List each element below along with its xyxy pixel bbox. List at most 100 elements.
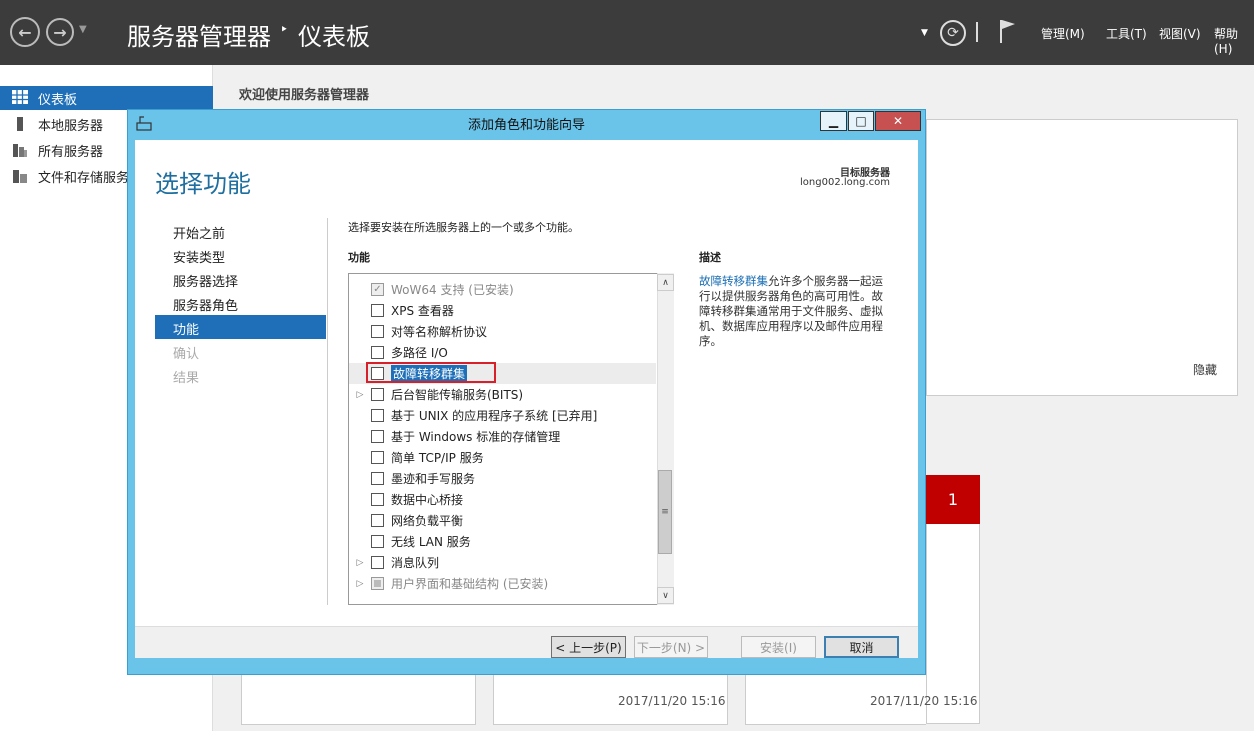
feature-label: 基于 UNIX 的应用程序子系统 [已弃用] — [391, 409, 598, 423]
menu-tools[interactable]: 工具(T) — [1106, 25, 1147, 42]
feature-checkbox[interactable] — [371, 535, 384, 548]
breadcrumb-root[interactable]: 服务器管理器 — [127, 17, 271, 52]
features-list: ✓ WoW64 支持 (已安装) XPS 查看器 对等名称解析协议 多路径 I/O 故障转… — [348, 273, 674, 605]
tile-count-badge: 1 — [926, 475, 980, 524]
back-button[interactable]: ← — [10, 17, 40, 47]
feature-label: 后台智能传输服务(BITS) — [391, 388, 524, 402]
sidebar-item-label: 仪表板 — [38, 92, 78, 108]
annotation-highlight-box — [366, 362, 496, 383]
server-icon — [12, 116, 28, 132]
feature-checkbox — [371, 577, 384, 590]
feature-item[interactable]: 基于 Windows 标准的存储管理 — [349, 426, 656, 447]
feature-item[interactable]: 网络负载平衡 — [349, 510, 656, 531]
step-before-begin[interactable]: 开始之前 — [173, 223, 225, 242]
feature-label: 基于 Windows 标准的存储管理 — [391, 430, 561, 444]
feature-checkbox[interactable] — [371, 451, 384, 464]
feature-label: 简单 TCP/IP 服务 — [391, 451, 484, 465]
feature-checkbox[interactable] — [371, 304, 384, 317]
feature-label: 多路径 I/O — [391, 346, 448, 360]
sidebar-item-label: 本地服务器 — [38, 118, 104, 134]
description-header: 描述 — [699, 251, 721, 264]
storage-icon — [12, 168, 28, 184]
step-features[interactable]: 功能 — [173, 319, 199, 338]
wizard-heading: 选择功能 — [155, 170, 251, 198]
features-header: 功能 — [348, 251, 370, 264]
forward-button[interactable]: → — [46, 18, 74, 46]
history-dropdown-icon[interactable]: ▼ — [79, 24, 87, 35]
install-button: 安装(I) — [741, 636, 816, 658]
step-results: 结果 — [173, 371, 200, 386]
feature-label: 消息队列 — [391, 556, 440, 570]
tile-timestamp: 2017/11/20 15:16 — [618, 694, 726, 708]
step-server-roles[interactable]: 服务器角色 — [173, 295, 238, 314]
feature-item[interactable]: 数据中心桥接 — [349, 489, 656, 510]
step-server-selection[interactable]: 服务器选择 — [173, 271, 238, 290]
feature-item[interactable]: 无线 LAN 服务 — [349, 531, 656, 552]
feature-checkbox[interactable] — [371, 556, 384, 569]
feature-label: WoW64 支持 (已安装) — [391, 283, 514, 297]
feature-item[interactable]: 对等名称解析协议 — [349, 321, 656, 342]
feature-checkbox[interactable] — [371, 388, 384, 401]
menu-manage[interactable]: 管理(M) — [1041, 25, 1085, 42]
dropdown-icon[interactable]: ▼ — [921, 28, 928, 38]
scrollbar-thumb[interactable]: ≡ — [658, 470, 672, 554]
menu-view[interactable]: 视图(V) — [1159, 25, 1201, 42]
notifications-flag-icon[interactable] — [998, 18, 1018, 47]
feature-item[interactable]: ▷ 后台智能传输服务(BITS) — [349, 384, 656, 405]
feature-checkbox[interactable] — [371, 472, 384, 485]
feature-item[interactable]: ▷ 用户界面和基础结构 (已安装) — [349, 573, 656, 594]
feature-checkbox[interactable] — [371, 493, 384, 506]
description-text: 故障转移群集允许多个服务器一起运行以提供服务器角色的高可用性。故障转移群集通常用… — [699, 274, 893, 349]
expand-arrow-icon[interactable]: ▷ — [349, 558, 371, 568]
breadcrumb-separator: ‣ — [280, 22, 289, 38]
feature-item[interactable]: 基于 UNIX 的应用程序子系统 [已弃用] — [349, 405, 656, 426]
feature-label: 对等名称解析协议 — [391, 325, 488, 339]
expand-arrow-icon[interactable]: ▷ — [349, 579, 371, 589]
feature-label: XPS 查看器 — [391, 304, 454, 318]
cancel-button[interactable]: 取消 — [824, 636, 899, 658]
feature-checkbox[interactable] — [371, 346, 384, 359]
feature-item[interactable]: 墨迹和手写服务 — [349, 468, 656, 489]
sidebar-item-label: 所有服务器 — [38, 144, 104, 160]
page-title: 仪表板 — [298, 23, 370, 51]
feature-checkbox[interactable] — [371, 409, 384, 422]
instruction-text: 选择要安装在所选服务器上的一个或多个功能。 — [348, 221, 579, 234]
server-tile[interactable] — [241, 670, 476, 725]
scroll-down-icon[interactable]: ∨ — [657, 587, 674, 604]
tile-timestamp: 2017/11/20 15:16 — [870, 694, 978, 708]
feature-item[interactable]: 简单 TCP/IP 服务 — [349, 447, 656, 468]
maximize-button[interactable]: □ — [848, 111, 874, 131]
servers-icon — [12, 142, 28, 158]
feature-checkbox[interactable] — [371, 514, 384, 527]
scrollbar[interactable] — [657, 273, 674, 605]
feature-item[interactable]: ✓ WoW64 支持 (已安装) — [349, 279, 656, 300]
divider — [327, 218, 328, 605]
scroll-up-icon[interactable]: ∧ — [657, 274, 674, 291]
feature-checkbox[interactable] — [371, 430, 384, 443]
feature-label: 墨迹和手写服务 — [391, 472, 476, 486]
dashboard-icon — [12, 90, 28, 106]
quick-start-panel — [926, 119, 1238, 396]
hide-link[interactable]: 隐藏 — [1193, 361, 1217, 378]
description-link[interactable]: 故障转移群集 — [699, 274, 768, 288]
toolbar-divider — [976, 22, 978, 42]
close-button[interactable]: ✕ — [875, 111, 921, 131]
refresh-icon[interactable]: ⟳ — [940, 20, 966, 46]
target-server-value: long002.long.com — [800, 177, 890, 188]
feature-item[interactable]: XPS 查看器 — [349, 300, 656, 321]
sidebar-item-label: 文件和存储服务 — [38, 170, 130, 186]
previous-button[interactable]: < 上一步(P) — [551, 636, 626, 658]
welcome-title: 欢迎使用服务器管理器 — [239, 88, 370, 103]
sidebar-item-dashboard[interactable]: 仪表板 — [0, 86, 213, 110]
step-confirm: 确认 — [173, 347, 200, 362]
expand-arrow-icon[interactable]: ▷ — [349, 390, 371, 400]
feature-checkbox[interactable] — [371, 325, 384, 338]
feature-item[interactable]: 多路径 I/O — [349, 342, 656, 363]
dialog-title: 添加角色和功能向导 — [467, 118, 585, 133]
step-install-type[interactable]: 安装类型 — [173, 247, 225, 266]
feature-item[interactable]: ▷ 消息队列 — [349, 552, 656, 573]
feature-checkbox: ✓ — [371, 283, 384, 296]
next-button: 下一步(N) > — [634, 636, 708, 658]
minimize-button[interactable]: ▁ — [820, 111, 847, 131]
menu-help[interactable]: 帮助(H) — [1214, 25, 1254, 56]
